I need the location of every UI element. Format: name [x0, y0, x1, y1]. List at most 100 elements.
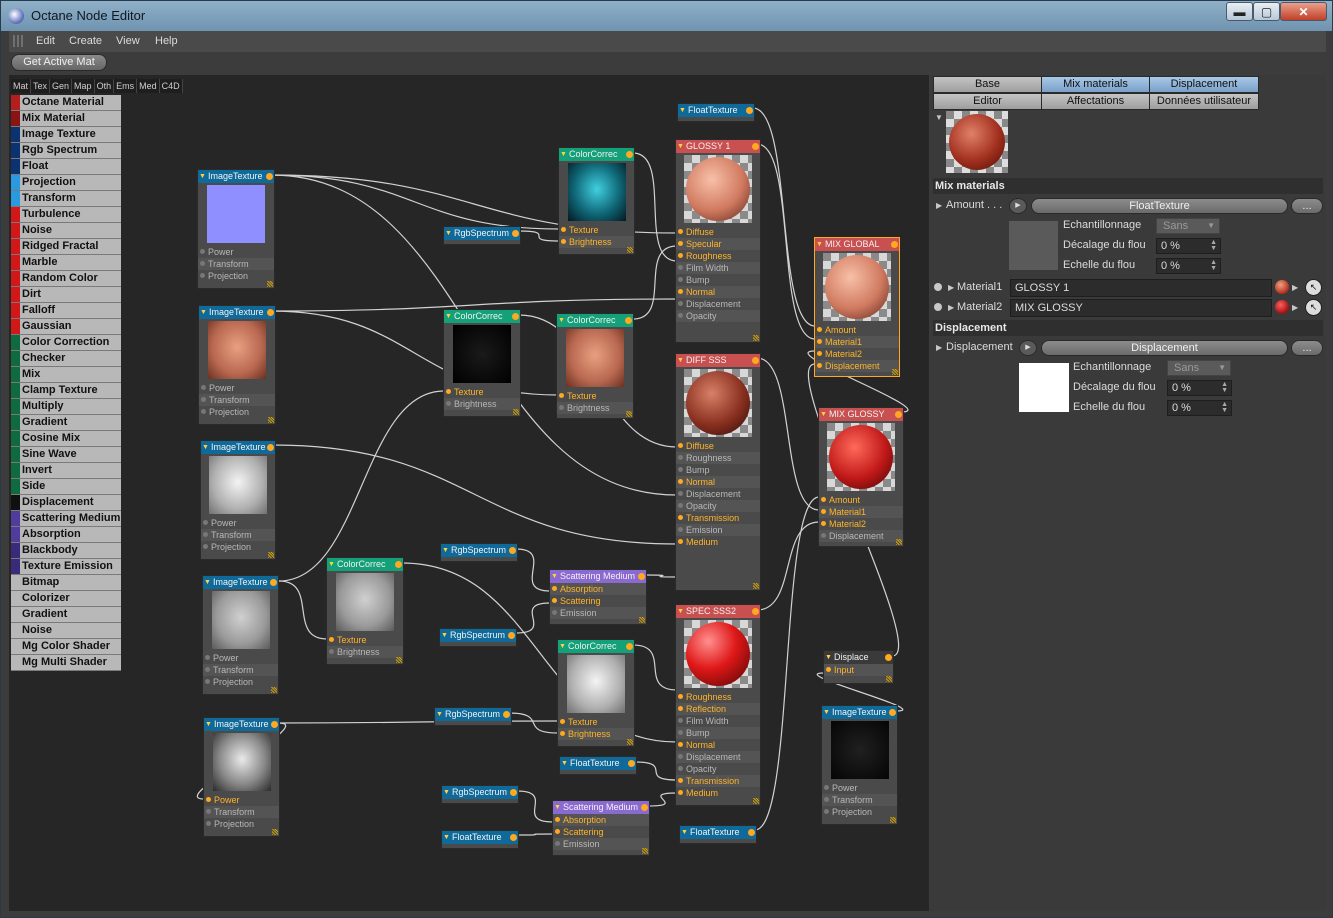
output-port-icon[interactable]	[889, 709, 896, 716]
disp-blur-scale-field[interactable]: 0 % ▲ ▼	[1167, 400, 1232, 416]
input-port-film-width[interactable]: Film Width	[676, 715, 760, 727]
maximize-button[interactable]: ▢	[1253, 2, 1280, 21]
resize-handle-icon[interactable]	[753, 335, 759, 341]
input-port-reflection[interactable]: Reflection	[676, 703, 760, 715]
node-rgb1[interactable]: RgbSpectrum	[443, 226, 521, 245]
minimize-button[interactable]: ▬	[1226, 2, 1253, 21]
input-port-amount[interactable]: Amount	[819, 494, 903, 506]
node-title[interactable]: FloatTexture	[680, 826, 756, 839]
palette-item-float[interactable]: Float	[11, 159, 121, 175]
output-port-icon[interactable]	[752, 608, 759, 615]
palette-item-turbulence[interactable]: Turbulence	[11, 207, 121, 223]
palette-tab-tex[interactable]: Tex	[31, 79, 51, 93]
amount-texture-button[interactable]: FloatTexture	[1031, 198, 1288, 214]
palette-item-blackbody-emission[interactable]: Blackbody Emission	[11, 543, 121, 571]
palette-item-color-correction[interactable]: Color Correction	[11, 335, 121, 351]
input-port-transform[interactable]: Transform	[201, 529, 275, 541]
input-port-medium[interactable]: Medium	[676, 536, 760, 548]
amount-expand-icon[interactable]: ▶	[936, 201, 942, 210]
input-port-absorption[interactable]: Absorption	[553, 814, 649, 826]
resize-handle-icon[interactable]	[886, 676, 892, 682]
node-img5[interactable]: ImageTexture PowerTransformProjection	[203, 717, 280, 837]
disp-blur-offset-field[interactable]: 0 % ▲ ▼	[1167, 380, 1232, 396]
node-img2[interactable]: ImageTexture PowerTransformProjection	[198, 305, 276, 425]
output-port-icon[interactable]	[626, 151, 633, 158]
input-port-bump[interactable]: Bump	[676, 464, 760, 476]
tab-displacement[interactable]: Displacement	[1149, 76, 1259, 93]
palette-item-gradient[interactable]: Gradient	[11, 415, 121, 431]
input-port-material2[interactable]: Material2	[819, 518, 903, 530]
amount-link-icon[interactable]: ▶	[1009, 198, 1027, 214]
palette-item-projection[interactable]: Projection	[11, 175, 121, 191]
resize-handle-icon[interactable]	[642, 848, 648, 854]
input-port-transform[interactable]: Transform	[203, 664, 278, 676]
palette-item-falloff[interactable]: Falloff	[11, 303, 121, 319]
node-title[interactable]: ColorCorrec	[444, 310, 520, 323]
node-title[interactable]: RgbSpectrum	[435, 708, 511, 721]
palette-item-noise[interactable]: Noise	[11, 623, 121, 639]
palette-item-ridged-fractal[interactable]: Ridged Fractal	[11, 239, 121, 255]
material1-arrow-icon[interactable]: ▶	[1292, 283, 1298, 292]
stepper-icon[interactable]: ▲ ▼	[1221, 401, 1228, 414]
input-port-roughness[interactable]: Roughness	[676, 452, 760, 464]
input-port-transform[interactable]: Transform	[204, 806, 279, 818]
palette-item-mix[interactable]: Mix	[11, 367, 121, 383]
node-img6[interactable]: ImageTexture PowerTransformProjection	[821, 705, 898, 825]
input-port-normal[interactable]: Normal	[676, 739, 760, 751]
node-title[interactable]: ImageTexture	[199, 306, 275, 319]
input-port-normal[interactable]: Normal	[676, 286, 760, 298]
input-port-brightness[interactable]: Brightness	[327, 646, 403, 658]
resize-handle-icon[interactable]	[627, 739, 633, 745]
node-title[interactable]: ImageTexture	[203, 576, 278, 589]
palette-item-mix-material[interactable]: Mix Material	[11, 111, 121, 127]
output-port-icon[interactable]	[626, 643, 633, 650]
input-port-bump[interactable]: Bump	[676, 274, 760, 286]
resize-handle-icon[interactable]	[639, 617, 645, 623]
palette-item-random-color[interactable]: Random Color	[11, 271, 121, 287]
palette-tab-c4d[interactable]: C4D	[159, 79, 183, 93]
mix-sampling-dropdown[interactable]: Sans ▼	[1156, 218, 1220, 234]
node-title[interactable]: ImageTexture	[204, 718, 279, 731]
output-port-icon[interactable]	[267, 309, 274, 316]
material1-anim-dot-icon[interactable]	[934, 283, 942, 291]
input-port-texture[interactable]: Texture	[558, 716, 634, 728]
output-port-icon[interactable]	[395, 561, 402, 568]
input-port-scattering[interactable]: Scattering	[553, 826, 649, 838]
output-port-icon[interactable]	[625, 317, 632, 324]
node-title[interactable]: ColorCorrec	[327, 558, 403, 571]
input-port-power[interactable]: Power	[199, 382, 275, 394]
title-bar[interactable]: Octane Node Editor ▬ ▢ ✕	[1, 1, 1332, 31]
displacement-more-button[interactable]: ...	[1291, 340, 1323, 356]
node-mixg[interactable]: MIX GLOBAL AmountMaterial1Material2Displa…	[814, 237, 900, 377]
node-title[interactable]: Scattering Medium	[550, 570, 646, 583]
resize-handle-icon[interactable]	[626, 411, 632, 417]
node-rgb2[interactable]: RgbSpectrum	[440, 543, 518, 562]
resize-handle-icon[interactable]	[268, 417, 274, 423]
input-port-displacement[interactable]: Displacement	[676, 488, 760, 500]
input-port-brightness[interactable]: Brightness	[557, 402, 633, 414]
node-title[interactable]: Scattering Medium	[553, 801, 649, 814]
grip-icon[interactable]	[13, 35, 25, 47]
material2-expand-icon[interactable]: ▶	[948, 303, 954, 312]
input-port-bump[interactable]: Bump	[676, 727, 760, 739]
output-port-icon[interactable]	[267, 444, 274, 451]
node-title[interactable]: Displace	[824, 651, 893, 664]
mix-blur-scale-field[interactable]: 0 % ▲ ▼	[1156, 258, 1221, 274]
node-sm1[interactable]: Scattering Medium AbsorptionScatteringEmi…	[549, 569, 647, 625]
node-title[interactable]: MIX GLOSSY	[819, 408, 903, 421]
palette-item-rgb-spectrum[interactable]: Rgb Spectrum	[11, 143, 121, 159]
tab-editor[interactable]: Editor	[933, 93, 1042, 110]
node-title[interactable]: FloatTexture	[442, 831, 518, 844]
palette-item-dirt[interactable]: Dirt	[11, 287, 121, 303]
node-title[interactable]: MIX GLOBAL	[815, 238, 899, 251]
node-title[interactable]: ColorCorrec	[558, 640, 634, 653]
input-port-diffuse[interactable]: Diffuse	[676, 440, 760, 452]
output-port-icon[interactable]	[503, 711, 510, 718]
tab-base[interactable]: Base	[933, 76, 1042, 93]
node-title[interactable]: RgbSpectrum	[440, 629, 516, 642]
palette-item-checker[interactable]: Checker	[11, 351, 121, 367]
close-button[interactable]: ✕	[1280, 2, 1327, 21]
palette-item-gradient[interactable]: Gradient	[11, 607, 121, 623]
node-mixgl[interactable]: MIX GLOSSY AmountMaterial1Material2Displa…	[818, 407, 904, 547]
node-ft3[interactable]: FloatTexture	[679, 825, 757, 844]
